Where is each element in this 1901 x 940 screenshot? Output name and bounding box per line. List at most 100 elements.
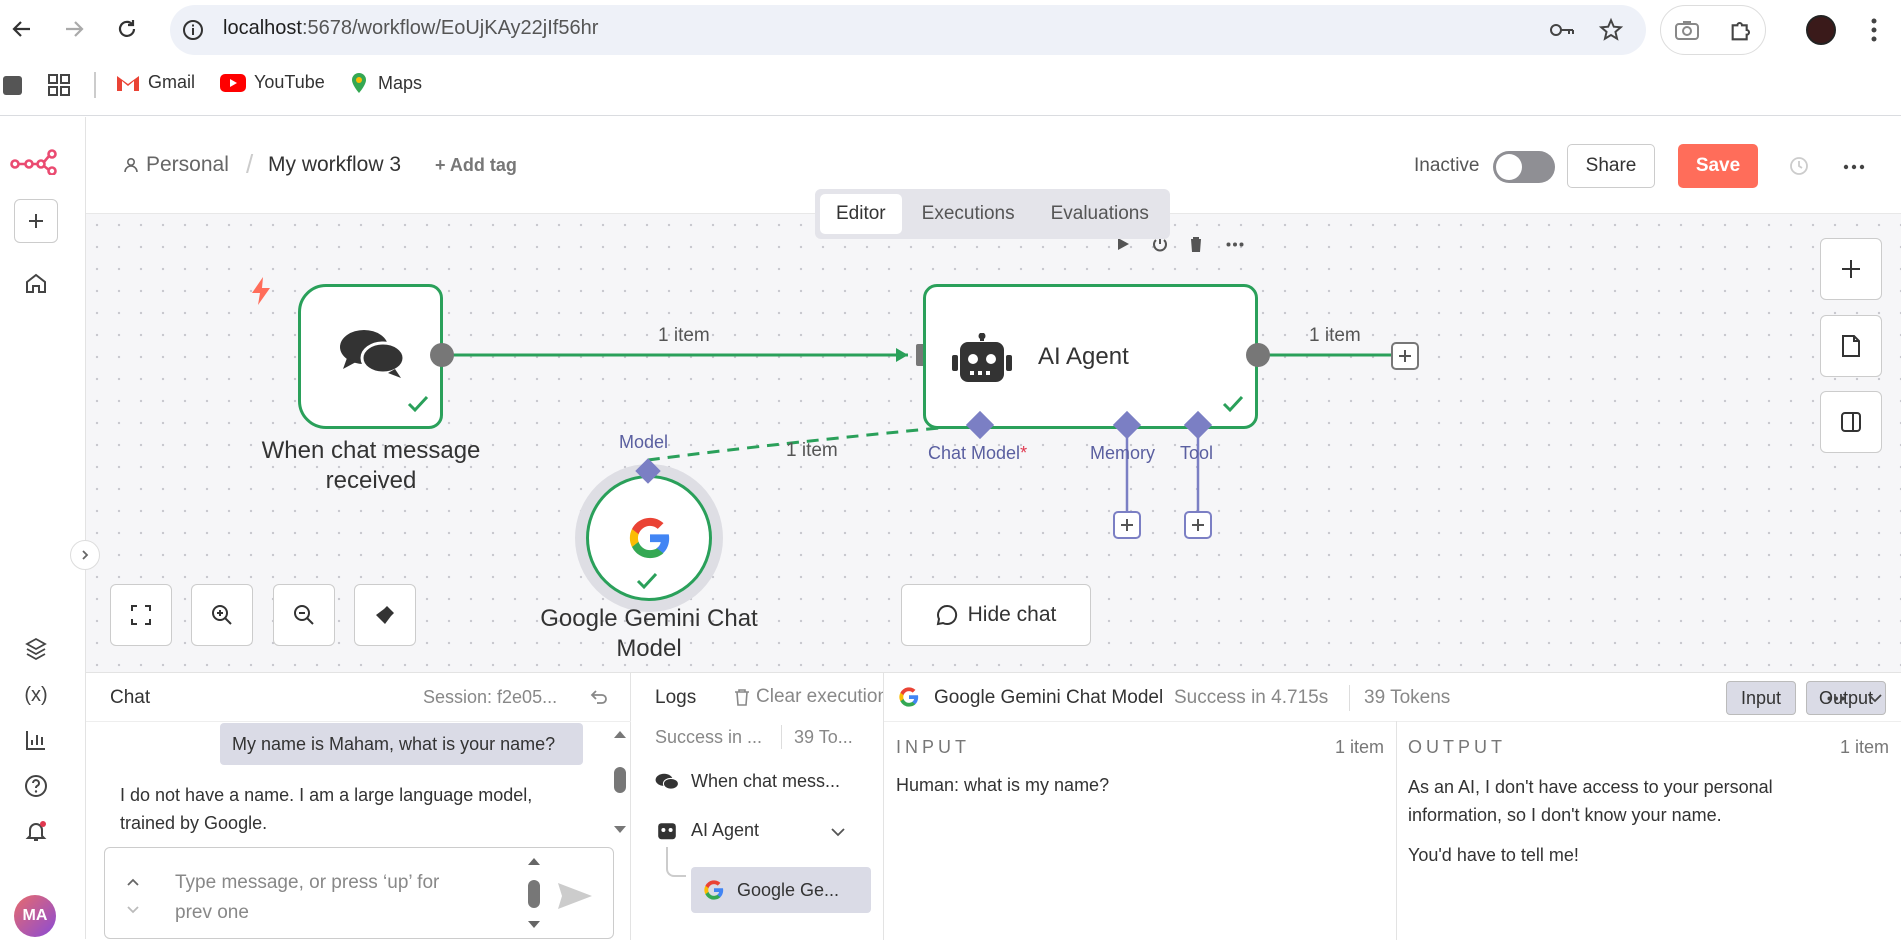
add-sticky-button[interactable] [1820, 315, 1882, 377]
zoom-in-button[interactable] [191, 584, 253, 646]
tab-group-icon[interactable] [3, 76, 22, 95]
bookmark-label: Maps [378, 72, 423, 93]
edge-label: 1 item [786, 440, 838, 461]
model-port-label: Model [619, 432, 669, 452]
history-down-icon[interactable] [127, 906, 139, 914]
toggle-panel-button[interactable] [1820, 391, 1882, 453]
logs-title: Logs [655, 687, 697, 708]
chat-bubble-icon [936, 604, 957, 626]
chat-title: Chat [110, 687, 151, 708]
variables-icon[interactable]: (x) [22, 681, 50, 709]
fit-view-button[interactable] [110, 584, 172, 646]
divider [1349, 685, 1350, 711]
chevron-down-icon[interactable] [831, 828, 845, 837]
password-key-icon[interactable] [1548, 18, 1576, 42]
help-icon[interactable] [22, 772, 50, 800]
templates-icon[interactable] [22, 635, 50, 663]
n8n-logo[interactable] [10, 147, 58, 175]
node-ai-agent[interactable]: AI Agent [923, 284, 1258, 429]
add-tool-button[interactable] [1184, 511, 1212, 539]
panel-more-icon[interactable] [1827, 696, 1845, 701]
edge-arrow [896, 348, 908, 362]
breadcrumb-personal[interactable]: Personal [146, 153, 229, 177]
google-g-icon [898, 686, 920, 708]
bookmark-youtube[interactable]: YouTube [220, 72, 325, 93]
agent-output-port[interactable] [1246, 343, 1270, 367]
active-toggle[interactable] [1493, 151, 1555, 183]
hide-chat-button[interactable]: Hide chat [901, 584, 1091, 646]
add-memory-button[interactable] [1113, 511, 1141, 539]
node-more-icon[interactable] [1226, 242, 1244, 247]
scroll-up-icon[interactable] [613, 729, 627, 739]
node-delete-icon[interactable] [1188, 235, 1204, 253]
insights-icon[interactable] [22, 726, 50, 754]
history-icon[interactable] [1788, 155, 1810, 177]
app-sidebar: (x) MA [0, 117, 86, 939]
log-item-gemini[interactable]: Google Ge... [691, 867, 871, 913]
input-scroll-up-icon[interactable] [527, 856, 541, 866]
extensions-icon[interactable] [1728, 16, 1756, 44]
notifications-icon[interactable] [22, 817, 50, 845]
forward-icon[interactable] [62, 17, 86, 41]
more-options-icon[interactable] [1843, 164, 1865, 170]
plus-icon [1842, 260, 1860, 278]
workflow-canvas[interactable]: When chat message received 1 item AI Age… [86, 214, 1901, 672]
share-button[interactable]: Share [1567, 144, 1655, 188]
tidy-up-button[interactable] [354, 584, 416, 646]
chat-scrollbar-thumb[interactable] [614, 767, 626, 793]
save-button[interactable]: Save [1678, 144, 1758, 188]
bookmark-star-icon[interactable] [1598, 17, 1624, 43]
fullscreen-icon [131, 605, 151, 625]
tab-executions[interactable]: Executions [906, 194, 1031, 234]
collapse-panel-icon[interactable] [1868, 693, 1882, 703]
trigger-node-title: When chat message received [261, 437, 481, 494]
url-text[interactable]: localhost:5678/workflow/EoUjKAy22jIf56hr [223, 17, 598, 40]
log-item-agent[interactable]: AI Agent [655, 819, 759, 841]
reload-icon[interactable] [115, 17, 139, 41]
google-g-icon [627, 515, 673, 561]
zoom-out-button[interactable] [273, 584, 335, 646]
profile-avatar[interactable] [1806, 15, 1836, 45]
clear-execution-button[interactable]: Clear execution [734, 686, 883, 708]
plus-icon [29, 214, 43, 228]
home-icon[interactable] [22, 269, 50, 297]
expand-sidebar-button[interactable] [70, 540, 100, 570]
create-button[interactable] [14, 199, 58, 243]
log-item-trigger[interactable]: When chat mess... [655, 771, 840, 792]
log-item-label: Google Ge... [737, 879, 840, 900]
hide-chat-label: Hide chat [967, 603, 1057, 626]
scroll-down-icon[interactable] [613, 825, 627, 835]
bottom-panel: Chat Session: f2e05... My name is Maham,… [86, 672, 1901, 940]
trash-icon [735, 689, 749, 706]
apps-grid-icon[interactable] [48, 74, 70, 96]
history-up-icon[interactable] [127, 878, 139, 886]
user-avatar[interactable]: MA [14, 895, 56, 937]
input-content: Human: what is my name? [896, 775, 1110, 795]
input-scroll-down-icon[interactable] [527, 920, 541, 930]
screenshot-icon[interactable] [1674, 18, 1700, 42]
input-scrollbar-thumb[interactable] [528, 880, 540, 908]
site-info-icon[interactable] [182, 19, 204, 41]
browser-menu-icon[interactable] [1870, 16, 1878, 44]
node-chat-trigger[interactable] [298, 284, 443, 429]
chat-input-placeholder[interactable]: Type message, or press ‘up’ for prev one [175, 868, 465, 928]
output-port[interactable] [430, 343, 454, 367]
send-icon[interactable] [557, 882, 593, 910]
reset-session-icon[interactable] [589, 687, 609, 707]
back-icon[interactable] [10, 17, 34, 41]
add-node-button[interactable] [1391, 342, 1419, 370]
workflow-name[interactable]: My workflow 3 [268, 153, 401, 177]
success-check-icon [407, 395, 429, 413]
tab-editor[interactable]: Editor [820, 194, 902, 234]
bookmark-maps[interactable]: Maps [348, 72, 422, 94]
input-toggle-button[interactable]: Input [1726, 681, 1796, 715]
open-nodes-panel-button[interactable] [1820, 238, 1882, 300]
bookmark-gmail[interactable]: Gmail [116, 72, 195, 93]
success-check-icon [636, 572, 658, 590]
chat-input-box[interactable]: Type message, or press ‘up’ for prev one [104, 847, 614, 939]
add-tag-button[interactable]: + Add tag [435, 155, 517, 176]
tab-evaluations[interactable]: Evaluations [1035, 194, 1165, 234]
node-gemini-model[interactable] [586, 475, 712, 601]
robot-icon [952, 333, 1012, 385]
plus-icon [1121, 519, 1133, 531]
